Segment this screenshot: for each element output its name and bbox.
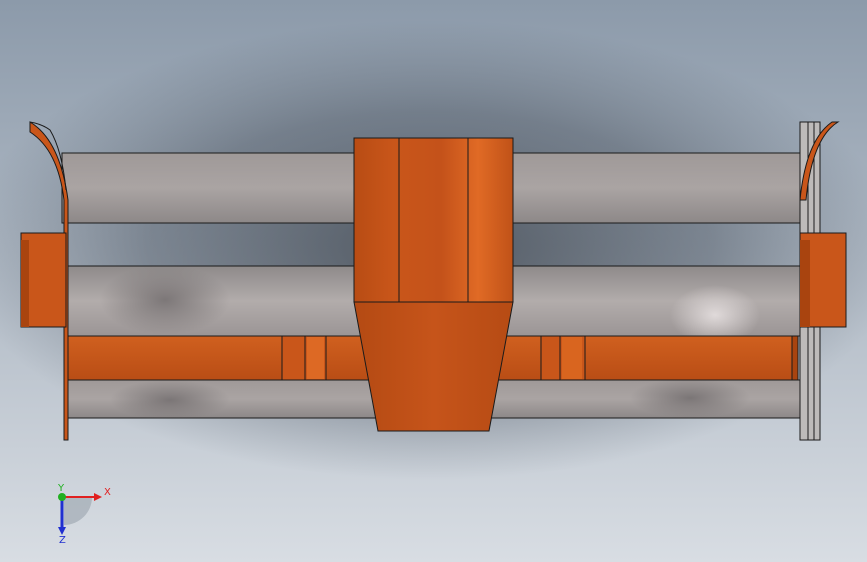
left-mount-block-shade (21, 240, 29, 327)
chute-cylinder[interactable] (353, 137, 514, 303)
graphics-viewport[interactable]: X Y Z (0, 0, 867, 562)
bottom-plate-shading-right (630, 378, 750, 418)
bar-clamp-left-highlight (307, 337, 324, 379)
z-axis-label: Z (59, 535, 66, 546)
x-axis-label: X (104, 487, 111, 498)
model-view[interactable]: X Y Z (0, 0, 867, 562)
bar-clamp-right-highlight (562, 337, 582, 379)
right-mount-block-shade (800, 240, 810, 327)
y-axis-dot-icon (58, 493, 66, 501)
middle-plate-shading-left (100, 265, 230, 335)
y-axis-label: Y (57, 483, 65, 494)
blower-assembly[interactable] (20, 121, 847, 441)
bar-end-right (791, 335, 799, 381)
chute-cone[interactable] (353, 301, 514, 432)
bottom-plate-shading (110, 380, 230, 420)
